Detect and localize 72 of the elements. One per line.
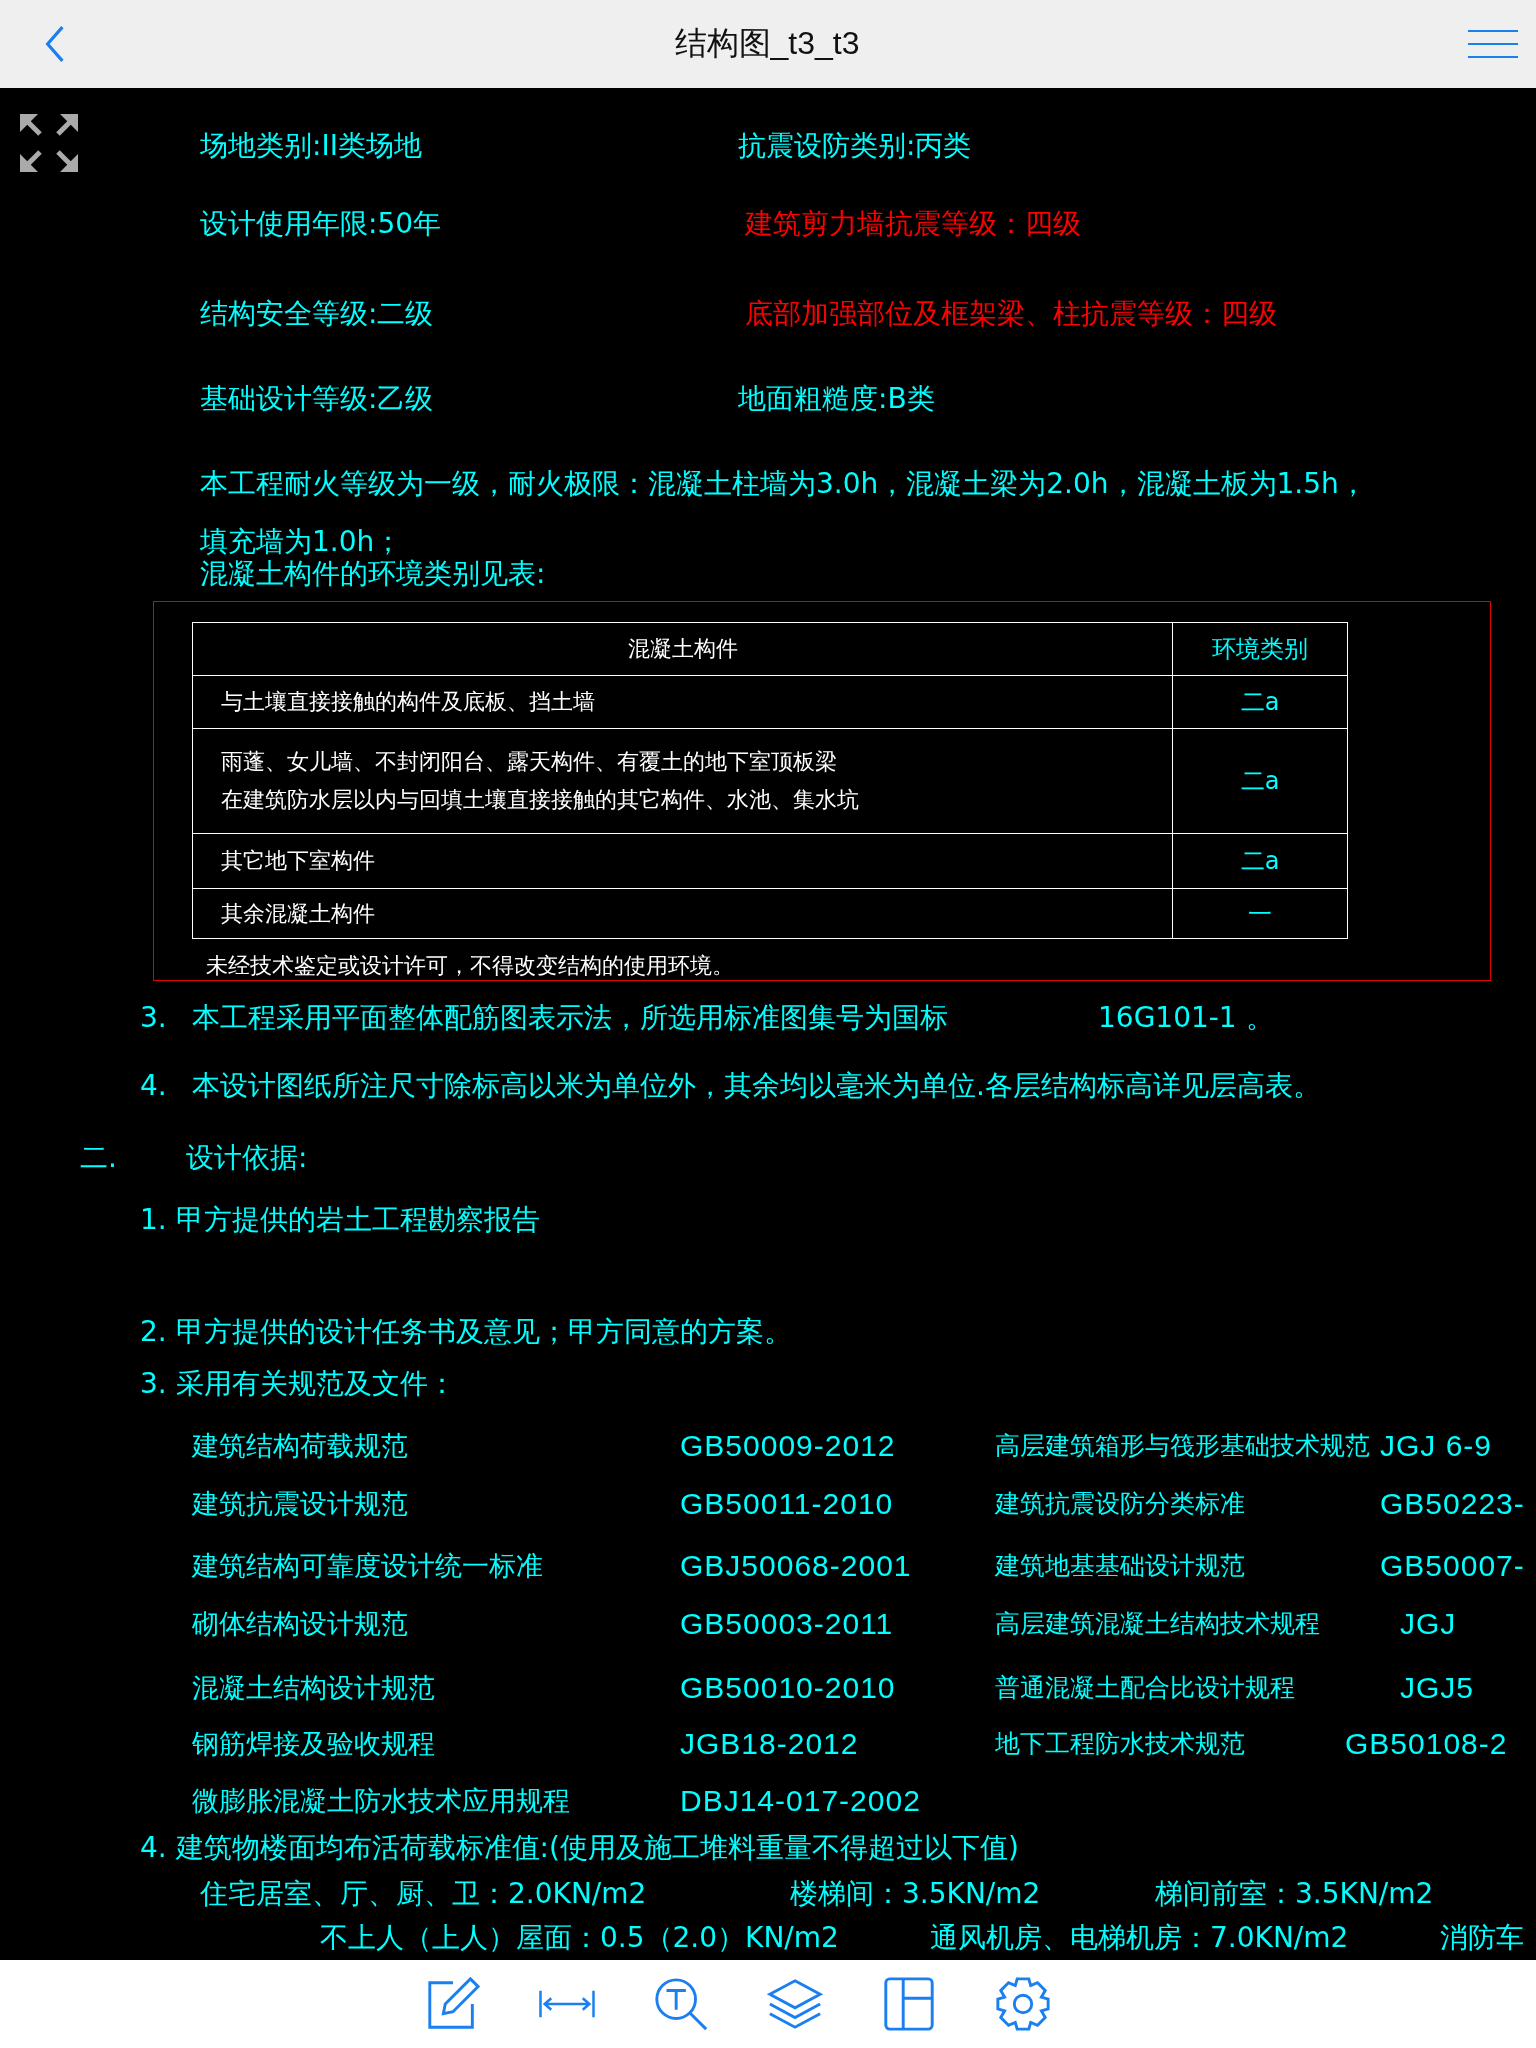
standard-name: 建筑抗震设防分类标准 <box>995 1488 1245 1520</box>
standard-name: 高层建筑混凝土结构技术规程 <box>995 1608 1320 1640</box>
drawing-text: 底部加强部位及框架梁、柱抗震等级：四级 <box>745 296 1277 332</box>
menu-icon[interactable] <box>1468 29 1518 59</box>
drawing-text: 2. 甲方提供的设计任务书及意见；甲方同意的方案。 <box>140 1314 792 1350</box>
drawing-text: 3. <box>140 1000 167 1036</box>
table-cell-text: 其它地下室构件 <box>221 847 375 875</box>
standard-name: 砌体结构设计规范 <box>192 1607 408 1641</box>
table-cell-text: 二a <box>1239 687 1281 718</box>
standard-code: GB50011-2010 <box>680 1486 894 1522</box>
standard-name: 高层建筑箱形与筏形基础技术规范 <box>995 1430 1370 1462</box>
drawing-text: 本工程耐火等级为一级，耐火极限：混凝土柱墙为3.0h，混凝土梁为2.0h，混凝土板为1.5h， <box>200 466 1367 502</box>
standard-code: JGJ5 <box>1400 1670 1475 1706</box>
drawing-text: 场地类别:II类场地 <box>200 128 422 164</box>
table-cell-text: 与土壤直接接触的构件及底板、挡土墙 <box>221 688 595 716</box>
standard-name: 微膨胀混凝土防水技术应用规程 <box>192 1784 570 1818</box>
drawing-text: 基础设计等级:乙级 <box>200 381 434 417</box>
standard-name: 建筑结构可靠度设计统一标准 <box>192 1549 543 1583</box>
table-cell-text: 一 <box>1247 898 1273 930</box>
drawing-text: 设计使用年限:50年 <box>200 206 442 242</box>
standard-name: 普通混凝土配合比设计规程 <box>995 1672 1295 1704</box>
drawing-text: 本工程采用平面整体配筋图表示法，所选用标准图集号为国标 <box>192 1000 948 1036</box>
standard-name: 混凝土结构设计规范 <box>192 1671 435 1705</box>
drawing-text: 抗震设防类别:丙类 <box>738 128 972 164</box>
standard-code: GB50003-2011 <box>680 1606 894 1642</box>
text-search-icon[interactable] <box>652 1975 710 2033</box>
standard-code: GB50108-2 <box>1345 1726 1508 1762</box>
table-cell-text: 二a <box>1239 846 1281 877</box>
standard-name: 地下工程防水技术规范 <box>995 1728 1245 1760</box>
drawing-text: 结构安全等级:二级 <box>200 296 434 332</box>
drawing-text: 16G101-1 。 <box>1098 1000 1274 1036</box>
standard-code: GBJ50068-2001 <box>680 1548 912 1584</box>
table-cell-text: 雨蓬、女儿墙、不封闭阳台、露天构件、有覆土的地下室顶板梁 <box>221 748 837 776</box>
standard-code: JGJ <box>1400 1606 1457 1642</box>
drawing-text: 住宅居室、厅、厨、卫：2.0KN/m2 <box>200 1876 647 1912</box>
table-footnote: 未经技术鉴定或设计许可，不得改变结构的使用环境。 <box>206 952 735 980</box>
drawing-text: 4. <box>140 1068 167 1104</box>
column-header: 环境类别 <box>1211 634 1309 665</box>
drawing-text: 通风机房、电梯机房：7.0KN/m2 <box>930 1920 1349 1956</box>
standard-code: DBJ14-017-2002 <box>680 1783 921 1819</box>
drawing-text: 楼梯间：3.5KN/m2 <box>790 1876 1041 1912</box>
window-title: 结构图_t3_t3 <box>674 24 860 63</box>
settings-icon[interactable] <box>994 1975 1052 2033</box>
standard-code: GB50009-2012 <box>680 1428 896 1464</box>
drawing-text: 不上人（上人）屋面：0.5（2.0）KN/m2 <box>320 1920 839 1956</box>
drawing-text: 地面粗糙度:B类 <box>738 381 935 417</box>
table-cell-text: 二a <box>1239 766 1281 797</box>
drawing-text: 本设计图纸所注尺寸除标高以米为单位外，其余均以毫米为单位.各层结构标高详见层高表。 <box>192 1068 1321 1104</box>
drawing-text: 混凝土构件的环境类别见表: <box>200 556 546 592</box>
drawing-text: 设计依据: <box>186 1140 308 1176</box>
column-header: 混凝土构件 <box>193 623 1173 675</box>
standard-code: GB50223- <box>1380 1486 1525 1522</box>
drawing-text: 消防车 <box>1440 1920 1524 1956</box>
fullscreen-icon[interactable] <box>18 112 80 174</box>
standard-code: JGB18-2012 <box>680 1726 859 1762</box>
drawing-text: 建筑剪力墙抗震等级：四级 <box>745 206 1081 242</box>
standard-name: 建筑地基基础设计规范 <box>995 1550 1245 1582</box>
standard-code: GB50007- <box>1380 1548 1525 1584</box>
drawing-text: 二. <box>80 1140 117 1176</box>
drawing-text: 3. 采用有关规范及文件： <box>140 1366 456 1402</box>
back-icon[interactable] <box>44 25 66 63</box>
standard-code: GB50010-2010 <box>680 1670 896 1706</box>
drawing-text: 填充墙为1.0h； <box>200 524 403 559</box>
drawing-text: 1. 甲方提供的岩土工程勘察报告 <box>140 1202 540 1238</box>
table-cell-text: 其余混凝土构件 <box>221 899 375 928</box>
standard-name: 建筑结构荷载规范 <box>192 1429 408 1463</box>
table-cell-text: 在建筑防水层以内与回填土壤直接接触的其它构件、水池、集水坑 <box>221 786 859 814</box>
standard-name: 钢筋焊接及验收规程 <box>192 1727 435 1761</box>
standard-name: 建筑抗震设计规范 <box>192 1487 408 1521</box>
standard-code: JGJ 6-9 <box>1380 1428 1493 1464</box>
drawing-text: 梯间前室：3.5KN/m2 <box>1155 1876 1434 1912</box>
drawing-text: 4. 建筑物楼面均布活荷载标准值:(使用及施工堆料重量不得超过以下值) <box>140 1830 1019 1866</box>
